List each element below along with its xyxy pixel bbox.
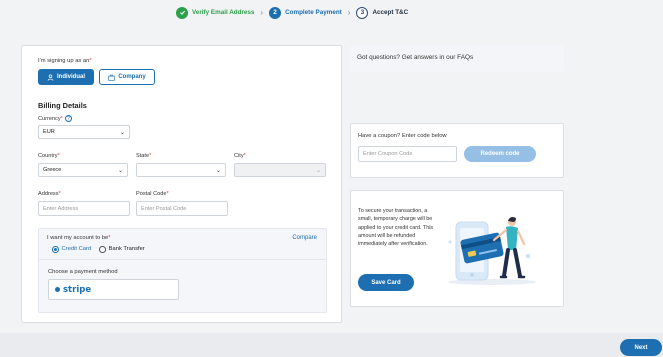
account-type-text: I want my account to be: [47, 235, 109, 241]
required-mark: *: [58, 191, 61, 197]
save-card-panel: To secure your transaction, a small, tem…: [350, 190, 564, 307]
required-mark: *: [89, 58, 92, 64]
billing-form-card: I'm signing up as an* Individual Company…: [21, 45, 342, 323]
required-mark: *: [57, 153, 60, 159]
credit-card-illustration: [448, 217, 536, 285]
currency-label: Currency*?: [38, 115, 72, 122]
divider: [39, 259, 326, 260]
billing-details-title: Billing Details: [38, 101, 87, 110]
step-accept-tc: 3 Accept T&C: [356, 6, 409, 19]
radio-dot-icon: [55, 287, 60, 292]
progress-stepper: Verify Email Address › 2 Complete Paymen…: [176, 6, 408, 19]
country-label-text: Country: [38, 153, 58, 159]
bank-transfer-label[interactable]: Bank Transfer: [109, 246, 145, 252]
required-mark: *: [108, 235, 111, 241]
step-label: Verify Email Address: [192, 9, 255, 16]
payment-panel: I want my account to be* Compare Credit …: [38, 228, 327, 313]
city-label-text: City: [234, 153, 244, 159]
individual-button[interactable]: Individual: [38, 69, 94, 85]
company-button[interactable]: Company: [99, 69, 155, 85]
credit-card-radio[interactable]: [52, 246, 59, 253]
currency-label-text: Currency: [38, 115, 61, 122]
state-select[interactable]: ⌄: [136, 163, 226, 177]
country-value: Greece: [43, 167, 62, 173]
required-mark: *: [166, 191, 169, 197]
postal-code-input[interactable]: Enter Postal Code: [136, 201, 228, 216]
coupon-label: Have a coupon? Enter code below: [358, 133, 447, 139]
city-label: City*: [234, 153, 246, 159]
country-select[interactable]: Greece ⌄: [38, 163, 128, 177]
help-icon[interactable]: ?: [64, 115, 72, 122]
faq-banner: Got questions? Get answers in our FAQs: [350, 45, 564, 72]
postal-label-text: Postal Code: [136, 191, 167, 197]
signup-type-text: I'm signing up as an: [38, 58, 90, 64]
coupon-input[interactable]: Enter Coupon Code: [358, 146, 457, 162]
credit-card-label[interactable]: Credit Card: [62, 246, 92, 252]
save-card-button[interactable]: Save Card: [358, 274, 414, 291]
payment-method-label: Choose a payment method: [48, 269, 118, 275]
postal-code-label: Postal Code*: [136, 191, 169, 197]
required-mark: *: [149, 153, 152, 159]
address-label: Address*: [38, 191, 61, 197]
signup-type-label: I'm signing up as an*: [38, 58, 92, 64]
step-label: Accept T&C: [372, 9, 409, 16]
chevron-right-icon: ›: [347, 8, 351, 17]
required-mark: *: [243, 153, 246, 159]
state-label-text: State: [136, 153, 150, 159]
step-label: Complete Payment: [285, 9, 342, 16]
chevron-down-icon: ⌄: [117, 167, 123, 174]
stripe-option[interactable]: stripe: [48, 279, 179, 300]
bank-transfer-radio[interactable]: [99, 246, 106, 253]
step-verify-email: Verify Email Address: [176, 6, 255, 19]
chevron-down-icon: ⌄: [315, 167, 321, 174]
company-label: Company: [118, 74, 146, 80]
step-complete-payment: 2 Complete Payment: [269, 6, 342, 19]
individual-label: Individual: [56, 74, 85, 80]
user-icon: [47, 73, 54, 81]
check-icon: [176, 6, 188, 19]
address-input[interactable]: Enter Address: [38, 201, 130, 216]
step-number: 3: [356, 6, 369, 19]
card-verification-text: To secure your transaction, a small, tem…: [358, 208, 434, 248]
chevron-down-icon: ⌄: [119, 129, 125, 136]
required-mark: *: [60, 115, 63, 122]
faq-text[interactable]: Got questions? Get answers in our FAQs: [357, 54, 473, 61]
chevron-down-icon: ⌄: [215, 167, 221, 174]
redeem-code-button[interactable]: Redeem code: [464, 146, 536, 162]
payment-type-radios: Credit Card Bank Transfer: [52, 246, 153, 253]
stripe-logo: stripe: [63, 284, 92, 295]
coupon-card: Have a coupon? Enter code below Enter Co…: [350, 123, 564, 178]
country-label: Country*: [38, 153, 60, 159]
compare-link[interactable]: Compare: [292, 235, 317, 241]
briefcase-icon: [108, 74, 115, 81]
currency-select[interactable]: EUR ⌄: [38, 125, 130, 139]
account-type-label: I want my account to be*: [47, 235, 111, 241]
next-button[interactable]: Next: [620, 339, 662, 356]
currency-value: EUR: [43, 129, 55, 135]
step-number: 2: [269, 6, 282, 19]
chevron-right-icon: ›: [260, 8, 264, 17]
footer-bar: [0, 333, 663, 357]
address-label-text: Address: [38, 191, 59, 197]
city-select[interactable]: ⌄: [234, 163, 326, 177]
state-label: State*: [136, 153, 151, 159]
